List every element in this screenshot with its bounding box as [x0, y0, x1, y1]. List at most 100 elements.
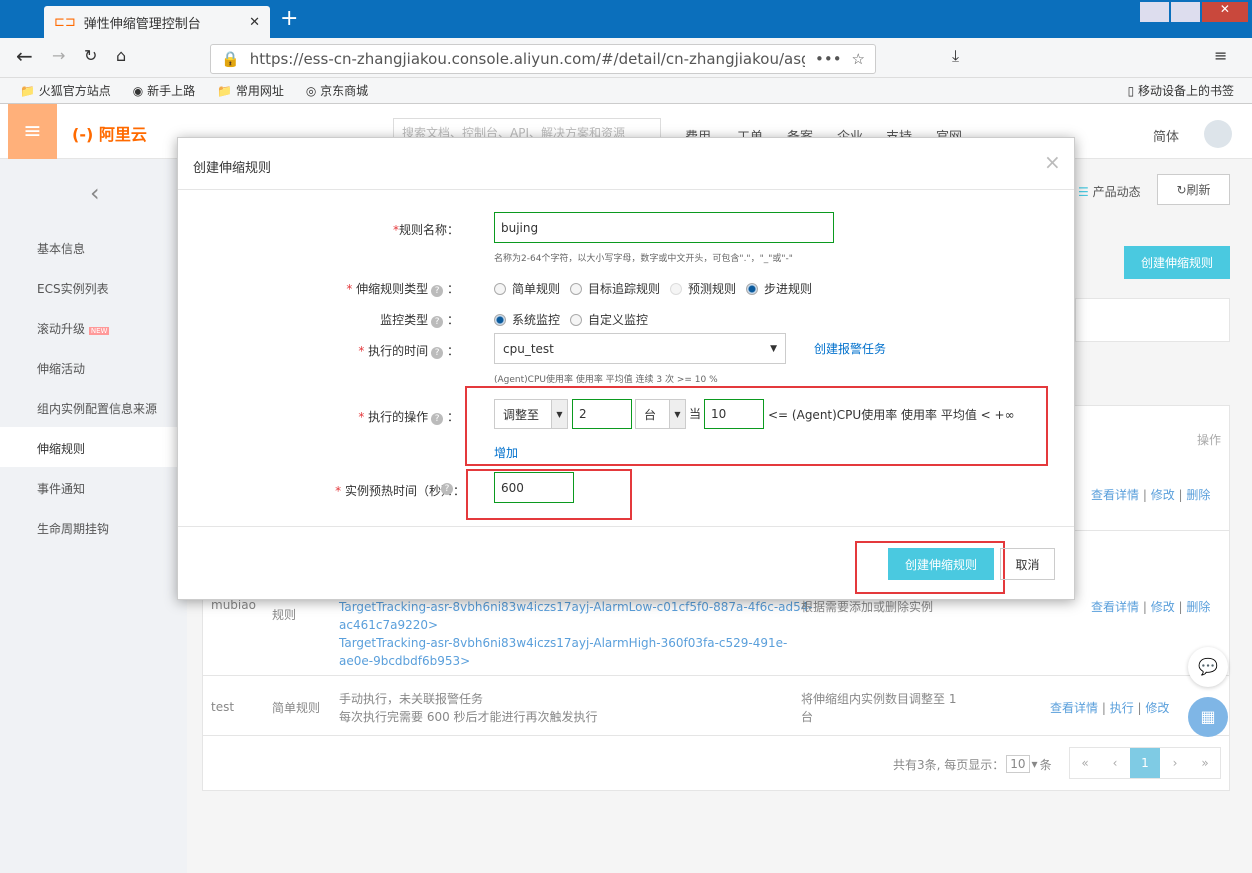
sidebar-item-activity[interactable]: 伸缩活动	[37, 360, 85, 377]
close-tab-icon[interactable]: ✕	[249, 15, 260, 30]
close-icon[interactable]: ×	[1044, 150, 1061, 174]
maximize-button[interactable]	[1170, 2, 1200, 22]
refresh-button[interactable]: ↻ 刷新	[1157, 174, 1230, 205]
rule-alarms[interactable]: TargetTracking-asr-8vbh6ni83w4iczs17ayj-…	[339, 598, 813, 670]
dialog-footer-divider	[178, 526, 1074, 527]
back-chevron-icon[interactable]: ‹	[90, 179, 100, 207]
view-details-link[interactable]: 查看详情	[1050, 701, 1098, 715]
help-icon: ?	[431, 285, 444, 297]
op-unit-select[interactable]: 台 ▼	[635, 399, 686, 429]
menu-icon[interactable]: ≡	[1214, 46, 1227, 65]
bookmark[interactable]: 📁 火狐官方站点	[20, 82, 111, 99]
forward-icon[interactable]: →	[52, 46, 65, 65]
help-icon: ?	[441, 483, 453, 495]
sidebar-item-ecs[interactable]: ECS实例列表	[37, 280, 109, 297]
next-page-button[interactable]: ›	[1160, 748, 1190, 778]
add-step-link[interactable]: 增加	[494, 444, 518, 461]
table-row-actions: 查看详情 | 修改 | 删除	[1091, 600, 1211, 614]
submit-create-rule-button[interactable]: 创建伸缩规则	[888, 548, 994, 580]
prev-page-button[interactable]: ‹	[1100, 748, 1130, 778]
table-row-actions: 查看详情 | 执行 | 修改	[1050, 701, 1170, 715]
language-switch[interactable]: 简体	[1153, 126, 1179, 145]
create-rule-button-bg[interactable]: 创建伸缩规则	[1124, 246, 1230, 279]
mobile-bookmarks[interactable]: ▯ 移动设备上的书签	[1128, 82, 1234, 99]
sidebar-item-rules[interactable]: 伸缩规则	[37, 440, 85, 457]
page-size-select[interactable]: 10	[1006, 755, 1030, 773]
sidebar-item-notifications[interactable]: 事件通知	[37, 480, 85, 497]
delete-link[interactable]: 删除	[1186, 600, 1210, 614]
rule-name-label: *规则名称：	[392, 223, 459, 237]
view-details-link[interactable]: 查看详情	[1091, 600, 1139, 614]
monitor-type-label: 监控类型? ：	[380, 313, 459, 328]
edit-link[interactable]: 修改	[1145, 701, 1169, 715]
edit-link[interactable]: 修改	[1151, 488, 1175, 502]
rule-name: mubiao	[211, 598, 256, 612]
last-page-button[interactable]: »	[1190, 748, 1220, 778]
url-bar[interactable]: 🔒 https://ess-cn-zhangjiakou.console.aliy…	[210, 44, 876, 74]
chat-icon[interactable]: 💬	[1188, 647, 1228, 687]
aliyun-logo: (-) 阿里云	[72, 125, 147, 144]
edit-link[interactable]: 修改	[1151, 600, 1175, 614]
hamburger-menu-icon[interactable]: ≡	[8, 104, 57, 159]
radio-target-tracking[interactable]: 目标追踪规则	[570, 280, 660, 297]
reload-icon[interactable]: ↻	[84, 46, 97, 65]
pagination: « ‹ 1 › »	[1069, 747, 1221, 779]
rule-desc: 将伸缩组内实例数目调整至 1 台	[801, 692, 957, 724]
browser-tab[interactable]: ⊏⊐ 弹性伸缩管理控制台 ✕	[44, 6, 270, 38]
alarm-task-select[interactable]: cpu_test ▼	[494, 333, 786, 364]
create-rule-dialog: 创建伸缩规则 × *规则名称： bujing 名称为2-64个字符，以大小写字母…	[177, 137, 1075, 600]
radio-system-monitor[interactable]: 系统监控	[494, 311, 560, 328]
back-icon[interactable]: ←	[16, 44, 33, 68]
bookmarks-bar: 📁 火狐官方站点 ◉ 新手上路 📁 常用网址 ◎ 京东商城 ▯ 移动设备上的书签	[0, 78, 1252, 104]
table-row-actions: 查看详情 | 修改 | 删除	[1091, 488, 1211, 502]
divider	[203, 675, 1229, 676]
close-window-button[interactable]: ✕	[1201, 2, 1248, 22]
help-icon: ?	[431, 347, 444, 359]
minimize-button[interactable]	[1140, 2, 1169, 22]
rule-name-input[interactable]: bujing	[494, 212, 834, 243]
op-condition-text: <= (Agent)CPU使用率 使用率 平均值 < +∞	[768, 408, 1015, 422]
sidebar-item-rolling[interactable]: 滚动升级 NEW	[37, 320, 110, 337]
op-mode-select[interactable]: 调整至 ▼	[494, 399, 568, 429]
op-threshold-input[interactable]: 10	[704, 399, 764, 429]
monitor-type-radio-group: 系统监控 自定义监控	[494, 311, 648, 328]
avatar[interactable]	[1204, 120, 1232, 148]
warmup-input[interactable]: 600	[494, 472, 574, 503]
bookmark[interactable]: ◉ 新手上路	[133, 82, 195, 99]
rule-type-radio-group: 简单规则 目标追踪规则 预测规则 步进规则	[494, 280, 812, 297]
window-controls: ✕	[1140, 2, 1248, 22]
delete-link[interactable]: 删除	[1186, 488, 1210, 502]
bookmark[interactable]: 📁 常用网址	[217, 82, 284, 99]
apps-grid-icon[interactable]: ▦	[1188, 697, 1228, 737]
url-text: https://ess-cn-zhangjiakou.console.aliyu…	[249, 50, 805, 68]
star-icon[interactable]: ☆	[852, 50, 865, 68]
rule-name-hint: 名称为2-64个字符，以大小写字母，数字或中文开头，可包含"."，"_"或"-"	[494, 254, 793, 264]
sidebar-item-lifecycle[interactable]: 生命周期挂钩	[37, 520, 109, 537]
create-alarm-link[interactable]: 创建报警任务	[814, 340, 886, 357]
divider	[203, 735, 1229, 736]
sidebar-item-basic[interactable]: 基本信息	[37, 240, 85, 257]
radio-step[interactable]: 步进规则	[746, 280, 812, 297]
execute-link[interactable]: 执行	[1110, 701, 1134, 715]
view-details-link[interactable]: 查看详情	[1091, 488, 1139, 502]
bookmark[interactable]: ◎ 京东商城	[306, 82, 368, 99]
colon: ：	[453, 484, 466, 498]
exec-time-label: * 执行的时间? ：	[358, 344, 459, 359]
home-icon[interactable]: ⌂	[116, 46, 126, 65]
dialog-header	[178, 138, 1074, 190]
sidebar-item-config-source[interactable]: 组内实例配置信息来源	[37, 400, 157, 417]
first-page-button[interactable]: «	[1070, 748, 1100, 778]
product-news-link[interactable]: ☰ 产品动态	[1078, 183, 1141, 200]
download-icon[interactable]: ⤓	[952, 46, 959, 66]
radio-predictive[interactable]: 预测规则	[670, 280, 736, 297]
cancel-button[interactable]: 取消	[1000, 548, 1055, 580]
op-count-input[interactable]: 2	[572, 399, 632, 429]
radio-simple[interactable]: 简单规则	[494, 280, 560, 297]
help-icon: ?	[431, 413, 444, 425]
radio-custom-monitor[interactable]: 自定义监控	[570, 311, 648, 328]
new-tab-icon[interactable]: +	[280, 6, 298, 31]
sidebar: ‹ 基本信息 ECS实例列表 滚动升级 NEW 伸缩活动 组内实例配置信息来源 …	[0, 159, 187, 873]
page-1-button[interactable]: 1	[1130, 748, 1160, 778]
sidebar-active-bg	[0, 427, 187, 467]
more-icon[interactable]: •••	[815, 50, 842, 68]
